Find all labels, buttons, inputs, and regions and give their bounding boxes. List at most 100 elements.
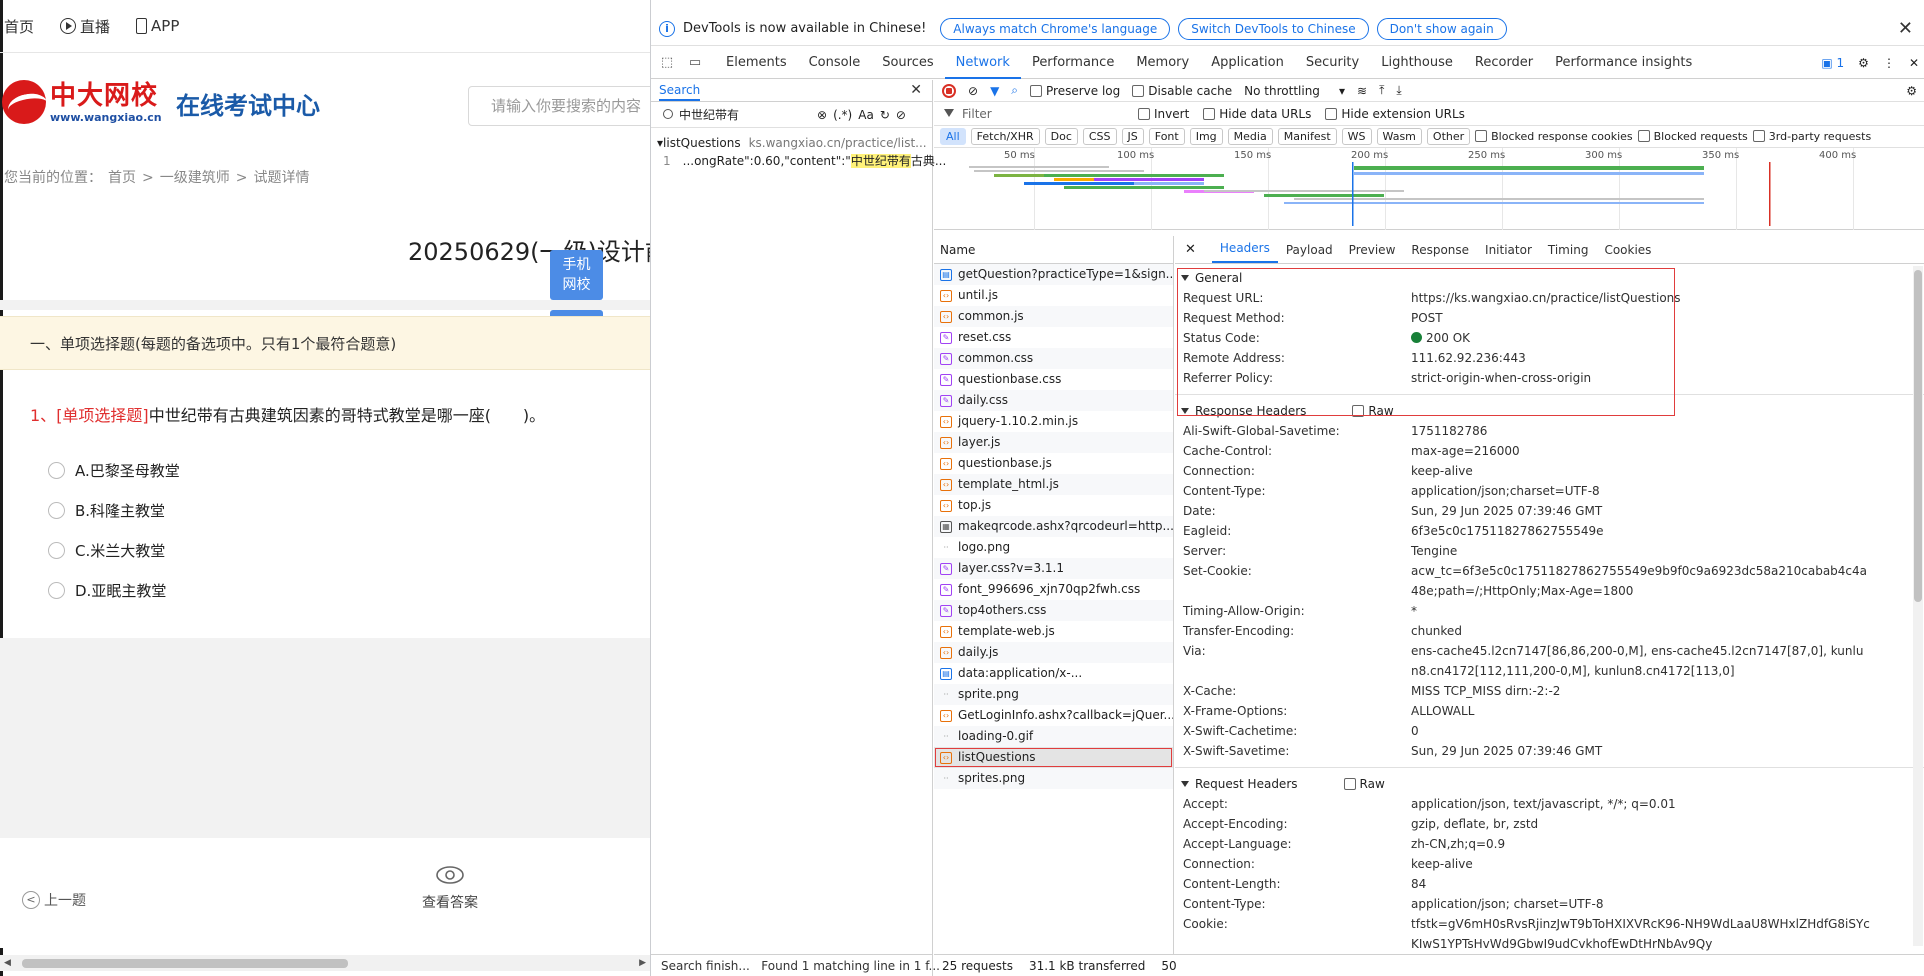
detail-tab-timing[interactable]: Timing	[1540, 243, 1597, 263]
blocked-requests-checkbox[interactable]: Blocked requests	[1637, 130, 1748, 143]
answer-option-b[interactable]: B.科隆主教堂	[48, 500, 165, 521]
header-value[interactable]: 1751182786	[1411, 421, 1871, 441]
request-row[interactable]: ▤ data:application/x-...	[934, 663, 1173, 684]
header-value[interactable]: zh-CN,zh;q=0.9	[1411, 834, 1871, 854]
header-value[interactable]: keep-alive	[1411, 854, 1871, 874]
search-result-file[interactable]: ▾listQuestions ks.wangxiao.cn/practice/li…	[657, 136, 927, 150]
type-img[interactable]: Img	[1189, 128, 1223, 145]
view-answer-button[interactable]: 查看答案	[420, 864, 480, 912]
type-wasm[interactable]: Wasm	[1376, 128, 1422, 145]
network-settings-icon[interactable]: ⚙	[1906, 84, 1917, 98]
answer-option-c[interactable]: C.米兰大教堂	[48, 540, 165, 561]
header-value[interactable]: https://ks.wangxiao.cn/practice/listQues…	[1411, 288, 1871, 308]
request-row[interactable]: ✎ top4others.css	[934, 600, 1173, 621]
filter-input[interactable]: Filter	[944, 107, 1124, 121]
detail-tab-headers[interactable]: Headers	[1211, 241, 1278, 263]
header-value[interactable]: acw_tc=6f3e5c0c17511827862755549e9b9f0c9…	[1411, 561, 1871, 601]
disable-cache-checkbox[interactable]: Disable cache	[1132, 84, 1232, 98]
nav-live[interactable]: 直播	[60, 16, 110, 37]
site-search-input[interactable]: 请输入你要搜索的内容	[468, 86, 650, 126]
match-language-button[interactable]: Always match Chrome's language	[940, 17, 1171, 40]
scroll-left-icon[interactable]: ◀	[4, 958, 11, 968]
request-row[interactable]: ‹› GetLoginInfo.ashx?callback=jQuer...	[934, 705, 1173, 726]
request-row[interactable]: ✎ font_996696_xjn70qp2fwh.css	[934, 579, 1173, 600]
details-scrollbar[interactable]	[1913, 266, 1923, 946]
clear-icon[interactable]: ⊘	[896, 108, 906, 122]
clear-log-icon[interactable]: ⊘	[968, 84, 978, 98]
header-value[interactable]: Tengine	[1411, 541, 1871, 561]
header-value[interactable]: *	[1411, 601, 1871, 621]
header-value[interactable]: application/json, text/javascript, */*; …	[1411, 794, 1871, 814]
detail-tab-cookies[interactable]: Cookies	[1596, 243, 1659, 263]
request-row[interactable]: ‹› listQuestions	[934, 747, 1173, 768]
radio-icon[interactable]	[48, 462, 65, 479]
scroll-right-icon[interactable]: ▶	[639, 958, 646, 968]
request-row[interactable]: ‹› template-web.js	[934, 621, 1173, 642]
device-toggle-icon[interactable]: ▭	[687, 55, 703, 71]
status-code-value[interactable]: 200 OK	[1411, 328, 1871, 348]
header-value[interactable]: application/json; charset=UTF-8	[1411, 894, 1871, 914]
hide-extension-urls-checkbox[interactable]: Hide extension URLs	[1325, 107, 1465, 121]
header-value[interactable]: chunked	[1411, 621, 1871, 641]
header-value[interactable]: 6f3e5c0c17511827862755549e	[1411, 521, 1871, 541]
tab-elements[interactable]: Elements	[715, 47, 798, 79]
request-row[interactable]: ▤ getQuestion?practiceType=1&sign...	[934, 264, 1173, 285]
preserve-log-checkbox[interactable]: Preserve log	[1030, 84, 1120, 98]
answer-option-a[interactable]: A.巴黎圣母教堂	[48, 460, 180, 481]
request-row[interactable]: ‹› top.js	[934, 495, 1173, 516]
type-media[interactable]: Media	[1227, 128, 1273, 145]
type-css[interactable]: CSS	[1082, 128, 1117, 145]
request-row[interactable]: ‹› jquery-1.10.2.min.js	[934, 411, 1173, 432]
type-js[interactable]: JS	[1121, 128, 1144, 145]
type-manifest[interactable]: Manifest	[1277, 128, 1337, 145]
more-options-icon[interactable]: ⋮	[1883, 56, 1895, 70]
search-tab-label[interactable]: Search	[659, 83, 701, 101]
filter-icon[interactable]: ▼	[990, 84, 999, 98]
tab-performance[interactable]: Performance	[1021, 47, 1125, 79]
header-value[interactable]: POST	[1411, 308, 1871, 328]
header-value[interactable]: max-age=216000	[1411, 441, 1871, 461]
radio-icon[interactable]	[48, 502, 65, 519]
detail-tab-payload[interactable]: Payload	[1278, 243, 1341, 263]
throttling-select[interactable]: No throttling ▾	[1244, 84, 1345, 98]
close-details-icon[interactable]: ✕	[1185, 242, 1196, 263]
prev-question-button[interactable]: < 上一题	[22, 890, 86, 910]
stop-recording-icon[interactable]	[942, 83, 956, 98]
request-row[interactable]: ▦ makeqrcode.ashx?qrcodeurl=http...	[934, 516, 1173, 537]
mobile-school-button[interactable]: 手机 网校	[550, 250, 603, 300]
import-har-icon[interactable]: ⤒	[1379, 83, 1384, 98]
dont-show-again-button[interactable]: Don't show again	[1376, 17, 1507, 40]
case-toggle[interactable]: Aa	[858, 108, 874, 122]
tab-application[interactable]: Application	[1200, 47, 1295, 79]
type-doc[interactable]: Doc	[1044, 128, 1078, 145]
blocked-cookies-checkbox[interactable]: Blocked response cookies	[1475, 130, 1633, 143]
request-row[interactable]: ‹› questionbase.js	[934, 453, 1173, 474]
request-headers-section[interactable]: Request Headers Raw	[1175, 774, 1924, 794]
close-devtools-icon[interactable]: ✕	[1909, 56, 1919, 70]
regex-toggle[interactable]: (.*)	[833, 108, 852, 122]
clear-search-icon[interactable]: ⊗	[817, 108, 827, 122]
header-value[interactable]: application/json;charset=UTF-8	[1411, 481, 1871, 501]
tab-recorder[interactable]: Recorder	[1464, 47, 1544, 79]
radio-icon[interactable]	[48, 542, 65, 559]
request-row[interactable]: ✎ questionbase.css	[934, 369, 1173, 390]
header-value[interactable]: 0	[1411, 721, 1871, 741]
request-row[interactable]: ✎ layer.css?v=3.1.1	[934, 558, 1173, 579]
breadcrumb-level[interactable]: 一级建筑师	[160, 170, 230, 186]
switch-language-button[interactable]: Switch DevTools to Chinese	[1178, 17, 1369, 40]
header-value[interactable]: ens-cache45.l2cn7147[86,86,200-0,M], ens…	[1411, 641, 1871, 681]
details-scrollbar-thumb[interactable]	[1914, 270, 1922, 602]
header-value[interactable]: strict-origin-when-cross-origin	[1411, 368, 1871, 388]
tab-lighthouse[interactable]: Lighthouse	[1370, 47, 1464, 79]
type-ws[interactable]: WS	[1341, 128, 1372, 145]
request-row[interactable]: ·· logo.png	[934, 537, 1173, 558]
nav-app[interactable]: APP	[136, 17, 179, 35]
header-value[interactable]: MISS TCP_MISS dirn:-2:-2	[1411, 681, 1871, 701]
export-har-icon[interactable]: ⤓	[1396, 83, 1401, 98]
tab-memory[interactable]: Memory	[1125, 47, 1200, 79]
type-font[interactable]: Font	[1148, 128, 1185, 145]
raw-checkbox[interactable]: Raw	[1352, 401, 1394, 421]
third-party-checkbox[interactable]: 3rd-party requests	[1752, 130, 1871, 143]
tab-security[interactable]: Security	[1295, 47, 1370, 79]
header-value[interactable]: 111.62.92.236:443	[1411, 348, 1871, 368]
